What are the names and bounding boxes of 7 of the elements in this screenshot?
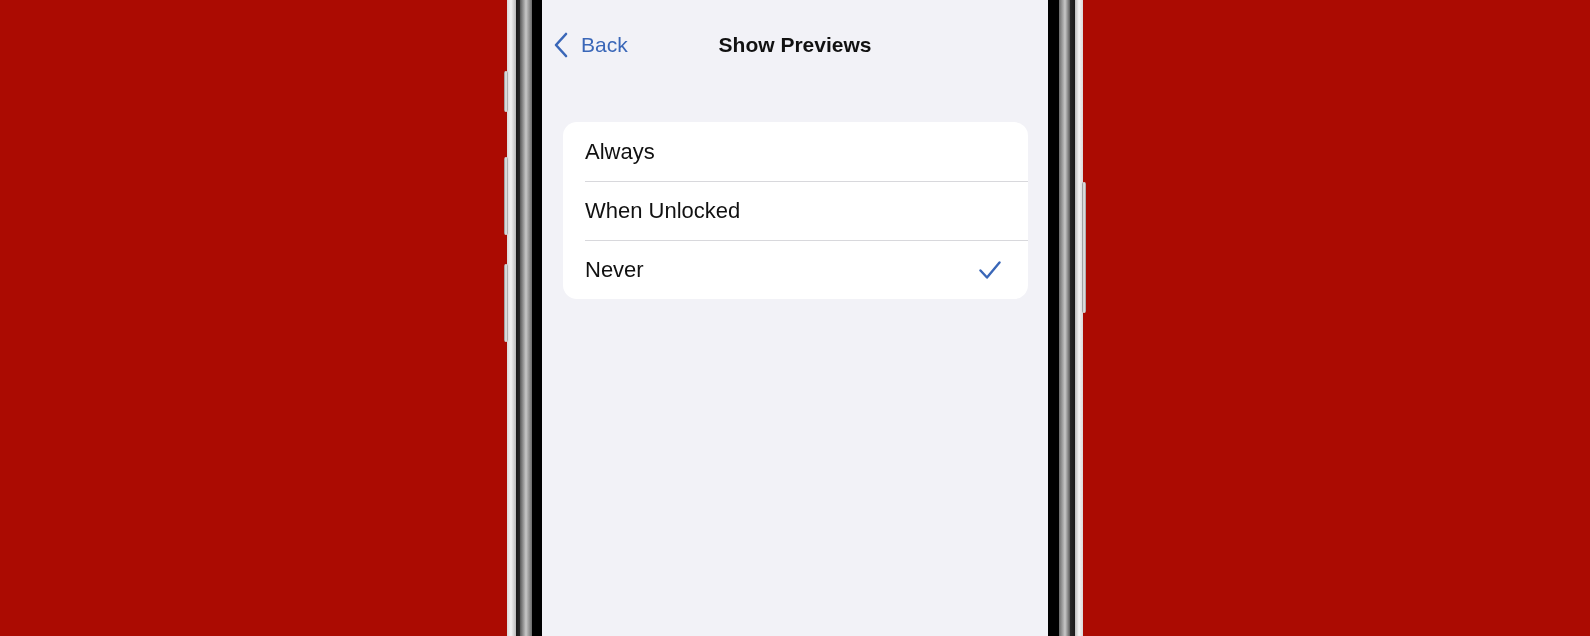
screen-title: Show Previews — [718, 33, 872, 57]
back-chevron-icon — [554, 32, 568, 58]
option-row[interactable]: Never — [563, 240, 1028, 299]
option-row[interactable]: When Unlocked — [563, 181, 1028, 240]
back-button[interactable]: Back — [554, 32, 628, 58]
phone-side-key — [504, 71, 508, 112]
option-row[interactable]: Always — [563, 122, 1028, 181]
